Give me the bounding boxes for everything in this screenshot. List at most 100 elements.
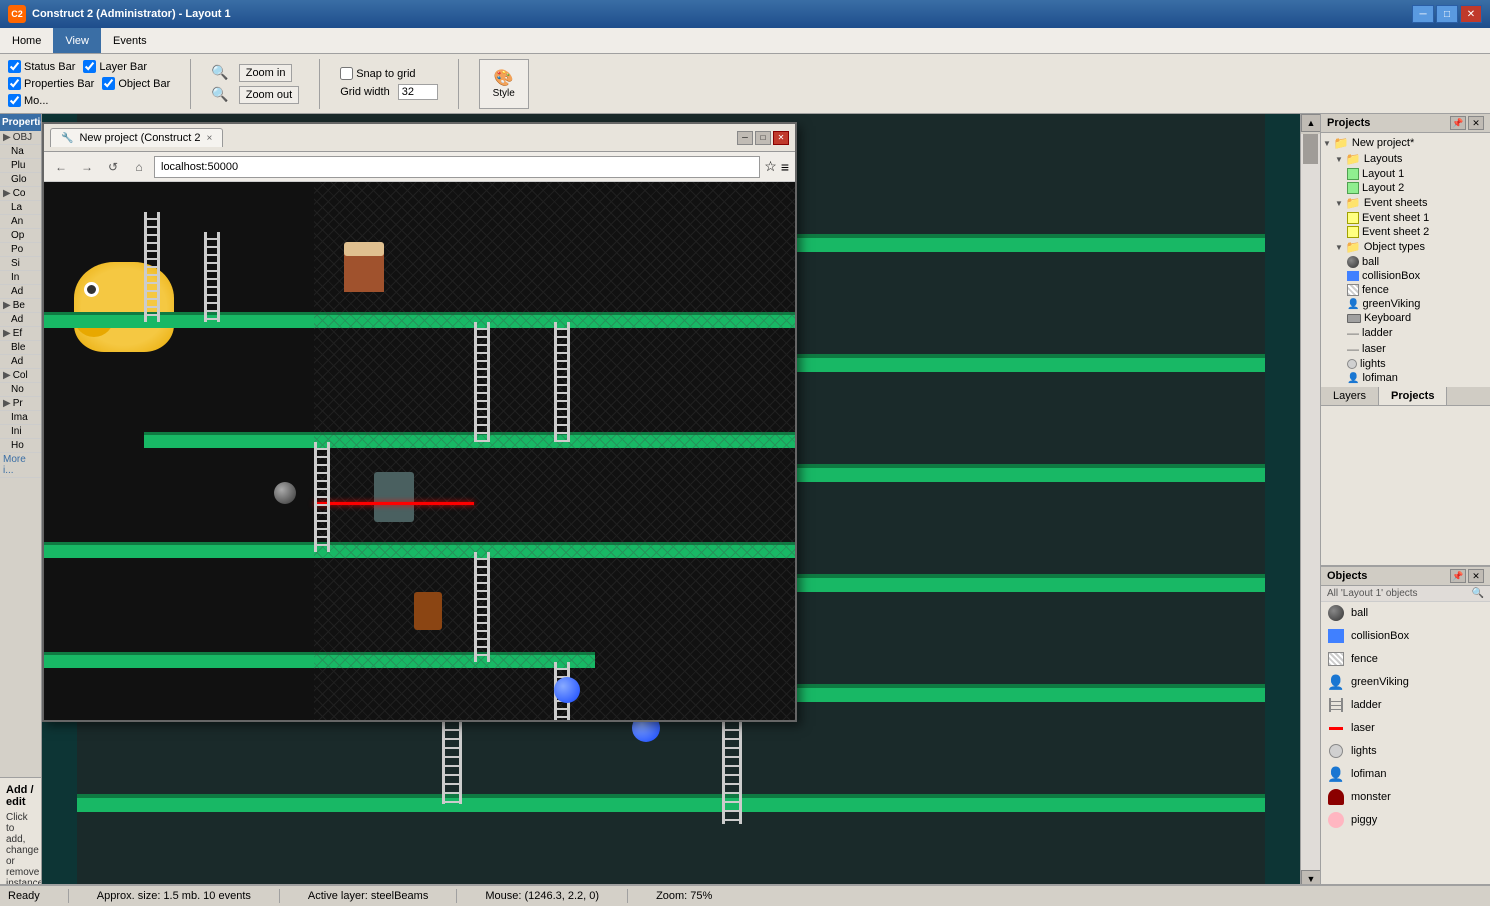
tree-event-1[interactable]: Event sheet 1 — [1323, 211, 1488, 225]
menu-item-view[interactable]: View — [53, 28, 101, 53]
prop-la: La — [0, 201, 41, 215]
obj-item-ladder[interactable]: ladder — [1321, 694, 1490, 717]
browser-minimize[interactable]: ─ — [737, 131, 753, 145]
obj-item-greenViking[interactable]: 👤 greenViking — [1321, 671, 1490, 694]
browser-favicon: 🔧 — [61, 133, 73, 144]
browser-back-button[interactable]: ← — [50, 156, 72, 178]
obj-item-lofiman[interactable]: 👤 lofiman — [1321, 763, 1490, 786]
tree-event-2[interactable]: Event sheet 2 — [1323, 225, 1488, 239]
projects-panel-header: Projects 📌 ✕ — [1321, 114, 1490, 133]
obj-name-lofiman: lofiman — [1351, 768, 1386, 780]
tree-obj-lofiman[interactable]: 👤 lofiman — [1323, 371, 1488, 385]
tree-obj-greenviking[interactable]: 👤 greenViking — [1323, 297, 1488, 311]
obj-item-collisionBox[interactable]: collisionBox — [1321, 625, 1490, 648]
close-button[interactable]: ✕ — [1460, 5, 1482, 23]
zoom-out-row: 🔍 Zoom out — [211, 86, 299, 104]
checkbox-object-bar[interactable]: Object Bar — [102, 77, 170, 90]
tree-events[interactable]: ▼ 📁 Event sheets — [1323, 195, 1488, 211]
status-size-info: Approx. size: 1.5 mb. 10 events — [97, 890, 251, 902]
objects-panel-pin[interactable]: 📌 — [1450, 569, 1466, 583]
obj-name-ball: ball — [1351, 607, 1368, 619]
obj-item-fence[interactable]: fence — [1321, 648, 1490, 671]
browser-home-button[interactable]: ⌂ — [128, 156, 150, 178]
tab-layers[interactable]: Layers — [1321, 387, 1379, 405]
status-zoom: Zoom: 75% — [656, 890, 712, 902]
tree-obj-fence[interactable]: fence — [1323, 283, 1488, 297]
tree-obj-keyboard[interactable]: Keyboard — [1323, 311, 1488, 325]
tree-object-types[interactable]: ▼ 📁 Object types — [1323, 239, 1488, 255]
browser-tab-close[interactable]: × — [207, 133, 213, 144]
obj-icon-ball — [1327, 604, 1345, 622]
prop-add: Ad — [0, 285, 41, 299]
vertical-scrollbar[interactable]: ▲ ▼ — [1300, 114, 1320, 886]
zoom-in-button[interactable]: Zoom in — [239, 64, 293, 82]
obj-item-ball[interactable]: ball — [1321, 602, 1490, 625]
obj-item-lights[interactable]: lights — [1321, 740, 1490, 763]
obj-item-monster[interactable]: monster — [1321, 786, 1490, 809]
minimize-button[interactable]: ─ — [1412, 5, 1434, 23]
browser-blue-ball — [554, 677, 580, 703]
app-icon: C2 — [8, 5, 26, 23]
tree-obj-lights[interactable]: lights — [1323, 357, 1488, 371]
objects-list: ball collisionBox fence 👤 greenViking — [1321, 602, 1490, 832]
tree-layout-2[interactable]: Layout 2 — [1323, 181, 1488, 195]
checkbox-properties-bar[interactable]: Properties Bar — [8, 77, 94, 90]
checkbox-status-bar[interactable]: Status Bar — [8, 60, 75, 73]
tree-obj-collision[interactable]: collisionBox — [1323, 269, 1488, 283]
properties-tab-label[interactable]: Properties — [0, 114, 41, 131]
obj-ball-label: ball — [1362, 256, 1379, 268]
toolbar-checkboxes-group: Status Bar Layer Bar Properties Bar Obje… — [8, 60, 170, 107]
obj-icon-lofiman: 👤 — [1327, 765, 1345, 783]
browser-address-bar[interactable] — [154, 156, 760, 178]
grid-width-input[interactable] — [398, 84, 438, 100]
tree-layouts[interactable]: ▼ 📁 Layouts — [1323, 151, 1488, 167]
objects-panel-close[interactable]: ✕ — [1468, 569, 1484, 583]
zoom-in-row: 🔍 Zoom in — [211, 64, 299, 82]
status-mouse: Mouse: (1246.3, 2.2, 0) — [485, 890, 599, 902]
status-bar: Ready Approx. size: 1.5 mb. 10 events Ac… — [0, 884, 1490, 906]
menu-item-home[interactable]: Home — [0, 28, 53, 53]
panel-pin-button[interactable]: 📌 — [1450, 116, 1466, 130]
panel-close-button[interactable]: ✕ — [1468, 116, 1484, 130]
menu-item-events[interactable]: Events — [101, 28, 159, 53]
tree-obj-ladder[interactable]: — ladder — [1323, 325, 1488, 341]
browser-close[interactable]: ✕ — [773, 131, 789, 145]
maximize-button[interactable]: □ — [1436, 5, 1458, 23]
prop-an: An — [0, 215, 41, 229]
tree-layout-1[interactable]: Layout 1 — [1323, 167, 1488, 181]
browser-forward-button[interactable]: → — [76, 156, 98, 178]
tree-obj-laser[interactable]: — laser — [1323, 341, 1488, 357]
fence-pattern — [314, 182, 795, 720]
browser-refresh-button[interactable]: ↺ — [102, 156, 124, 178]
title-bar: C2 Construct 2 (Administrator) - Layout … — [0, 0, 1490, 28]
checkbox-layer-bar[interactable]: Layer Bar — [83, 60, 147, 73]
prop-more[interactable]: More i... — [0, 453, 41, 478]
filter-icon[interactable]: 🔍 — [1472, 588, 1484, 599]
event-2-label: Event sheet 2 — [1362, 226, 1429, 238]
chicken-eye — [84, 282, 99, 297]
obj-item-laser[interactable]: laser — [1321, 717, 1490, 740]
tab-projects[interactable]: Projects — [1379, 387, 1447, 405]
browser-tab[interactable]: 🔧 New project (Construct 2 × — [50, 128, 223, 147]
projects-title: Projects — [1327, 117, 1370, 129]
tree-obj-ball[interactable]: ball — [1323, 255, 1488, 269]
obj-item-piggy[interactable]: piggy — [1321, 809, 1490, 832]
browser-menu-icon[interactable]: ≡ — [781, 159, 789, 175]
toolbar-row-1: Status Bar Layer Bar — [8, 60, 170, 73]
bookmark-icon[interactable]: ☆ — [764, 158, 777, 175]
obj-name-monster: monster — [1351, 791, 1391, 803]
checkbox-snap-grid[interactable]: Snap to grid — [340, 67, 415, 80]
zoom-out-button[interactable]: Zoom out — [239, 86, 299, 104]
browser-maximize[interactable]: □ — [755, 131, 771, 145]
prop-be: ▶Be — [0, 299, 41, 313]
grid-width-row: Grid width — [340, 84, 438, 100]
zoom-group: 🔍 Zoom in 🔍 Zoom out — [211, 64, 299, 104]
scroll-up-button[interactable]: ▲ — [1301, 114, 1320, 132]
obj-fence-label: fence — [1362, 284, 1389, 296]
style-button[interactable]: 🎨 Style — [479, 59, 529, 109]
platform-6 — [77, 794, 1265, 812]
tree-root[interactable]: ▼ 📁 New project* — [1323, 135, 1488, 151]
checkbox-more[interactable]: Mo... — [8, 94, 48, 107]
object-types-label: Object types — [1364, 241, 1425, 253]
browser-ball — [274, 482, 296, 504]
